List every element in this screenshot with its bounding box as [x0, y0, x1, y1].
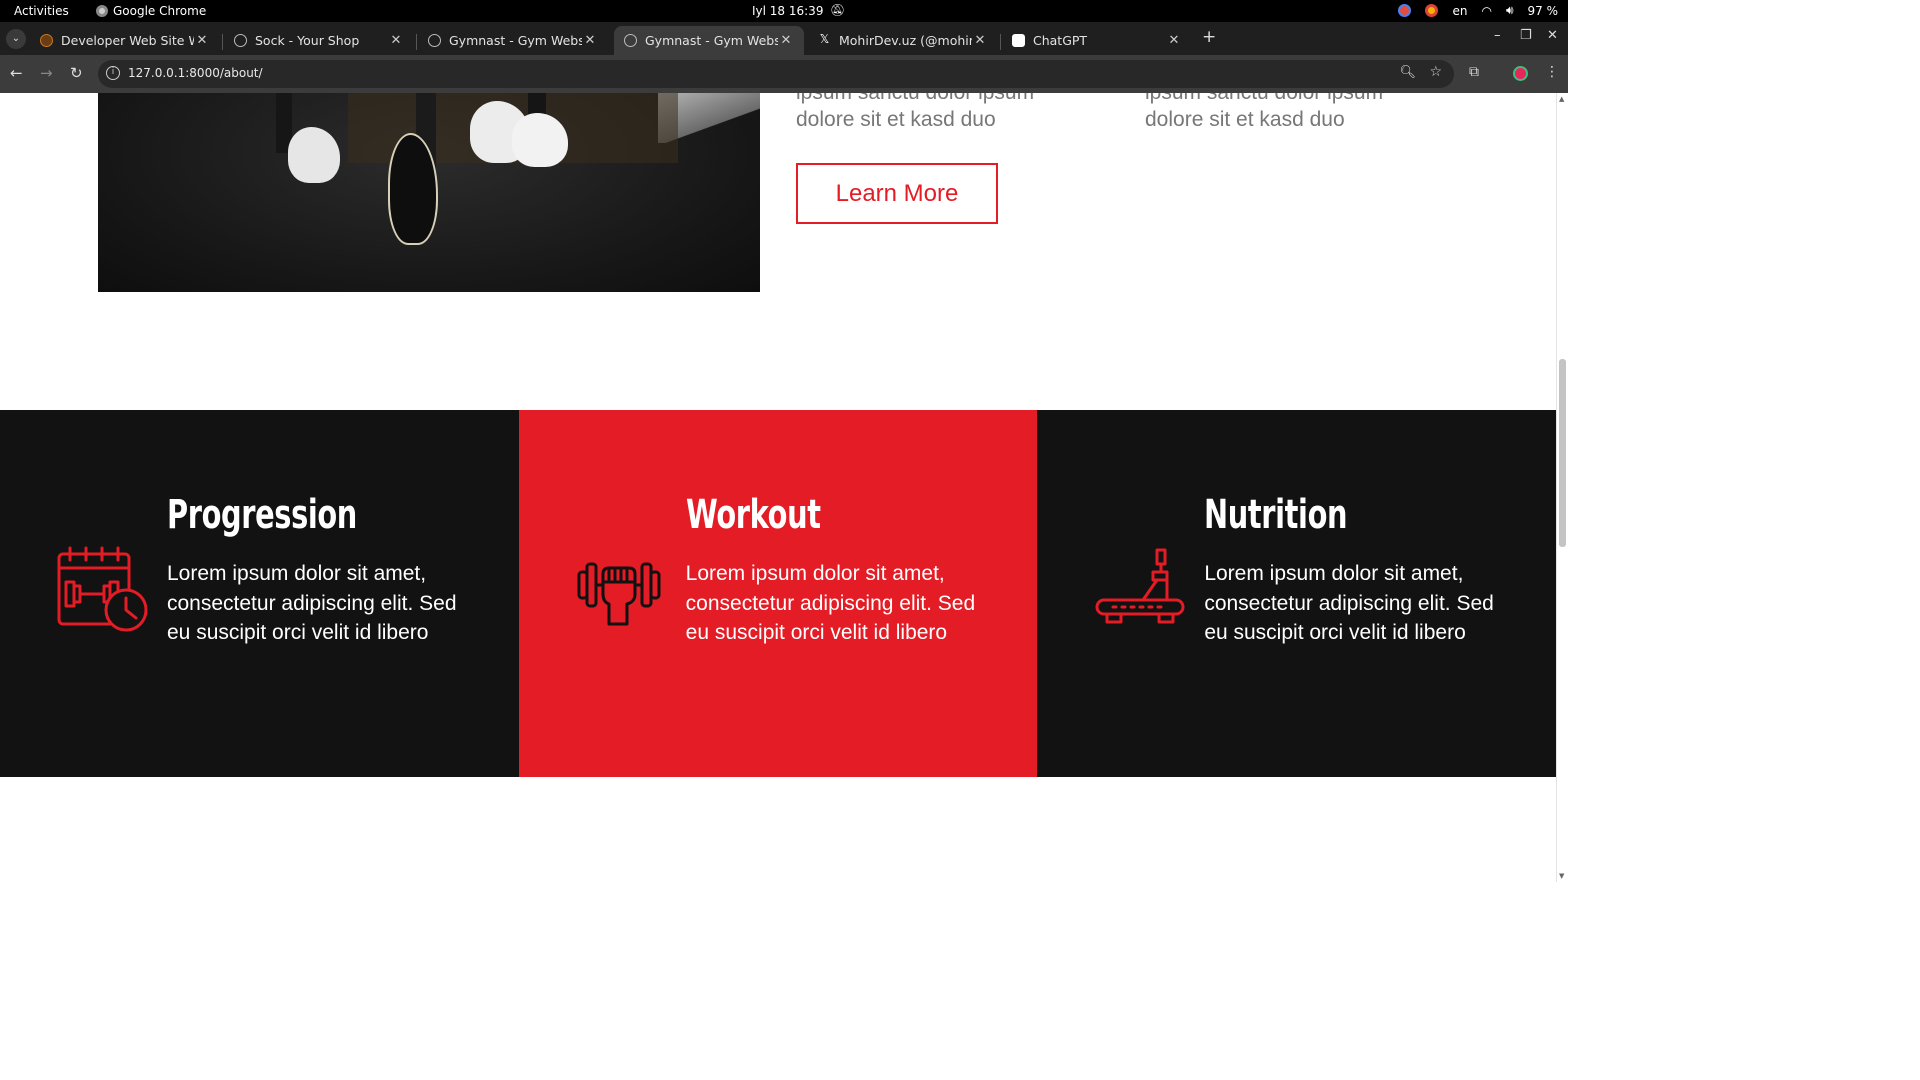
- browser-tab[interactable]: Sock - Your Shop ✕: [224, 26, 414, 55]
- app-menu[interactable]: Google Chrome: [96, 4, 206, 18]
- tab-title: ChatGPT: [1033, 33, 1088, 48]
- forward-arrow-icon[interactable]: →: [40, 64, 53, 82]
- scrollbar-thumb[interactable]: [1559, 359, 1566, 547]
- browser-tab[interactable]: Developer Web Site Web ✕: [30, 26, 220, 55]
- zoom-icon[interactable]: 🔍︎: [1399, 65, 1416, 80]
- close-tab-icon[interactable]: ✕: [388, 33, 404, 48]
- tab-divider: [1000, 34, 1001, 50]
- chrome-menu-icon[interactable]: ⋮: [1545, 64, 1559, 80]
- globe-icon: [624, 34, 637, 47]
- feature-workout: Workout Lorem ipsum dolor sit amet, cons…: [518, 410, 1038, 777]
- browser-tab-active[interactable]: Gymnast - Gym Website ✕: [614, 26, 804, 55]
- tab-title: Developer Web Site Web: [61, 33, 194, 48]
- bookmark-star-icon[interactable]: ☆: [1429, 64, 1442, 80]
- feature-title: Nutrition: [1204, 492, 1348, 538]
- back-arrow-icon[interactable]: ←: [10, 64, 23, 82]
- fist-dumbbell-icon: [577, 562, 661, 626]
- browser-tab[interactable]: Gymnast - Gym Website ✕: [418, 26, 608, 55]
- globe-icon: [234, 34, 247, 47]
- battery-indicator: 97 %: [1527, 3, 1559, 18]
- url-text[interactable]: 127.0.0.1:8000/about/: [128, 66, 263, 80]
- intro-text-right: ipsum sanctu dolor ipsum dolore sit et k…: [1145, 93, 1383, 134]
- close-tab-icon[interactable]: ✕: [582, 33, 598, 48]
- features-section: Progression Lorem ipsum dolor sit amet, …: [0, 410, 1556, 777]
- intro-text-left-cut: ipsum sanctu dolor ipsum: [796, 93, 1034, 107]
- tab-title: MohirDev.uz (@mohirde: [839, 33, 972, 48]
- restore-icon[interactable]: ❐: [1520, 28, 1532, 43]
- photo-shoe: [288, 127, 340, 183]
- system-top-bar: Activities Google Chrome Iyl 18 16:39 🔕︎…: [0, 0, 1568, 22]
- intro-text-left-line: dolore sit et kasd duo: [796, 108, 996, 131]
- favicon-icon: [40, 34, 53, 47]
- wifi-icon: ◠: [1481, 3, 1492, 18]
- intro-text-right-line: dolore sit et kasd duo: [1145, 108, 1345, 131]
- close-window-icon[interactable]: ✕: [1547, 28, 1558, 43]
- feature-progression: Progression Lorem ipsum dolor sit amet, …: [0, 410, 519, 777]
- feature-title: Workout: [685, 492, 821, 538]
- scroll-up-arrow-icon[interactable]: ▲: [1559, 95, 1564, 103]
- app-indicator-icon[interactable]: [1398, 4, 1412, 17]
- feature-text: Lorem ipsum dolor sit amet, consectetur …: [685, 562, 976, 644]
- close-tab-icon[interactable]: ✕: [194, 33, 210, 48]
- reload-icon[interactable]: ↻: [70, 64, 83, 82]
- app-name: Google Chrome: [113, 4, 207, 18]
- tab-title: Sock - Your Shop: [255, 33, 360, 48]
- close-tab-icon[interactable]: ✕: [778, 33, 794, 48]
- new-tab-plus-icon[interactable]: +: [1202, 27, 1216, 47]
- globe-icon: [428, 34, 441, 47]
- chrome-indicator-icon[interactable]: [1425, 4, 1439, 17]
- profile-avatar[interactable]: [1513, 66, 1528, 81]
- feature-title: Progression: [167, 492, 357, 538]
- scroll-down-arrow-icon[interactable]: ▼: [1559, 872, 1564, 880]
- browser-tab[interactable]: 𝕏 MohirDev.uz (@mohirde ✕: [808, 26, 998, 55]
- clock[interactable]: Iyl 18 16:39: [752, 4, 823, 18]
- treadmill-icon: [1095, 548, 1185, 624]
- intro-text-right-cut: ipsum sanctu dolor ipsum: [1145, 93, 1383, 107]
- chrome-icon: [96, 5, 108, 17]
- extensions-puzzle-icon[interactable]: ⧉: [1469, 64, 1479, 80]
- feature-text: Lorem ipsum dolor sit amet, consectetur …: [1204, 562, 1494, 644]
- browser-toolbar: ← → ↻ i 127.0.0.1:8000/about/ 🔍︎ ☆ ⧉ ⋮: [0, 55, 1568, 93]
- notifications-off-icon: 🔕︎: [830, 3, 846, 17]
- close-tab-icon[interactable]: ✕: [1166, 33, 1182, 48]
- minimize-icon[interactable]: –: [1494, 28, 1501, 43]
- tab-strip: ⌄ Developer Web Site Web ✕ Sock - Your S…: [0, 22, 1568, 55]
- page-scrollbar[interactable]: ▲ ▼: [1556, 93, 1568, 882]
- feature-nutrition: Nutrition Lorem ipsum dolor sit amet, co…: [1037, 410, 1556, 777]
- x-logo-icon: 𝕏: [819, 32, 830, 46]
- keyboard-language[interactable]: en: [1452, 4, 1467, 18]
- close-tab-icon[interactable]: ✕: [972, 33, 988, 48]
- page-viewport: ipsum sanctu dolor ipsum dolore sit et k…: [0, 93, 1556, 882]
- feature-text: Lorem ipsum dolor sit amet, consectetur …: [167, 562, 457, 644]
- address-bar[interactable]: i 127.0.0.1:8000/about/ 🔍︎ ☆: [98, 60, 1454, 88]
- site-info-icon[interactable]: i: [106, 66, 120, 80]
- learn-more-button[interactable]: Learn More: [796, 163, 998, 224]
- tab-title: Gymnast - Gym Website: [449, 33, 582, 48]
- tab-divider: [222, 34, 223, 50]
- intro-text-left: ipsum sanctu dolor ipsum dolore sit et k…: [796, 93, 1034, 134]
- calendar-dumbbell-icon: [57, 546, 148, 632]
- tab-search-chevron-icon[interactable]: ⌄: [6, 29, 26, 49]
- system-tray[interactable]: en ◠ 🔊︎ 97 %: [1398, 3, 1558, 18]
- tab-title: Gymnast - Gym Website: [645, 33, 778, 48]
- browser-tab[interactable]: ChatGPT ✕: [1002, 26, 1192, 55]
- activities-button[interactable]: Activities: [14, 4, 69, 18]
- tab-divider: [416, 34, 417, 50]
- gym-photo: [98, 93, 760, 292]
- chatgpt-icon: [1012, 34, 1025, 47]
- volume-icon: 🔊︎: [1505, 3, 1514, 17]
